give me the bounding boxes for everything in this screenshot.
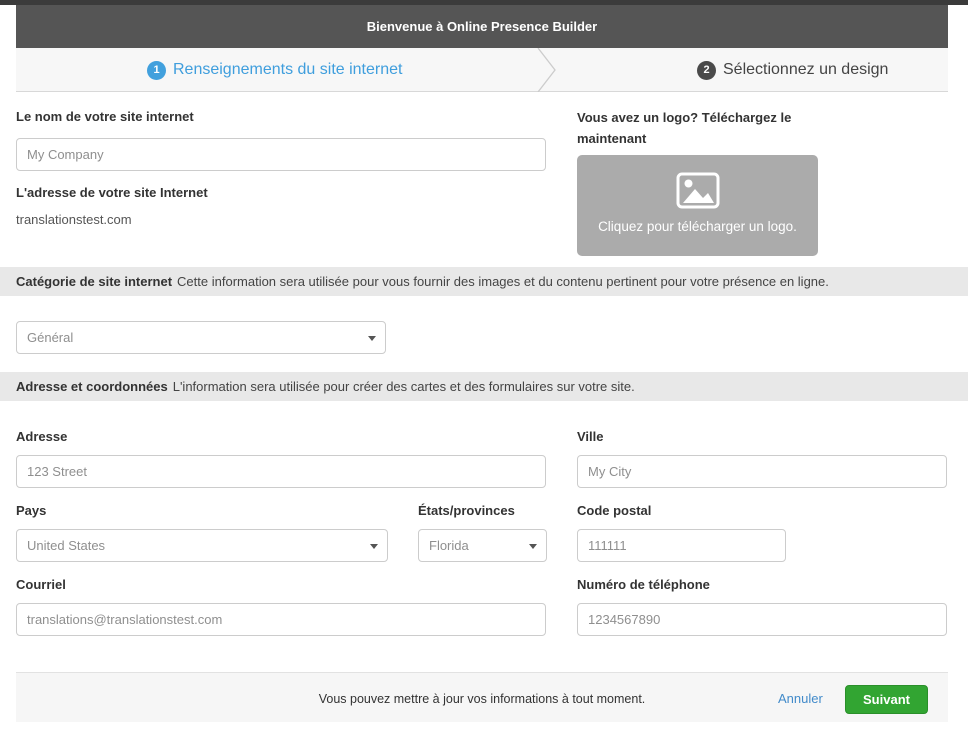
wizard-dialog: Bienvenue à Online Presence Builder 1 Re…: [0, 0, 968, 748]
dropdown-caret-icon: [370, 544, 378, 549]
dialog-header: Bienvenue à Online Presence Builder: [16, 5, 948, 48]
state-label: États/provinces: [418, 503, 515, 518]
step-divider-chevron-icon: [537, 48, 557, 92]
cancel-link[interactable]: Annuler: [778, 691, 823, 706]
category-section-description: Cette information sera utilisée pour vou…: [177, 274, 829, 289]
site-name-label: Le nom de votre site internet: [16, 109, 194, 124]
country-label: Pays: [16, 503, 46, 518]
email-input[interactable]: [16, 603, 546, 636]
postal-code-input[interactable]: [577, 529, 786, 562]
address-section-header: Adresse et coordonnées L'information ser…: [0, 372, 968, 401]
category-section-header: Catégorie de site internet Cette informa…: [0, 267, 968, 296]
postal-code-label: Code postal: [577, 503, 651, 518]
street-label: Adresse: [16, 429, 67, 444]
city-label: Ville: [577, 429, 604, 444]
dialog-footer: Vous pouvez mettre à jour vos informatio…: [16, 672, 948, 722]
street-input[interactable]: [16, 455, 546, 488]
dropdown-caret-icon: [368, 336, 376, 341]
site-address-value: translationstest.com: [16, 212, 132, 227]
address-section-description: L'information sera utilisée pour créer d…: [173, 379, 635, 394]
category-select-value: Général: [27, 330, 73, 345]
step-indicator: 1 Renseignements du site internet 2 Séle…: [16, 48, 948, 92]
step-2-number-badge: 2: [697, 61, 716, 80]
state-select[interactable]: Florida: [418, 529, 547, 562]
category-section-title: Catégorie de site internet: [16, 274, 172, 289]
step-1-number-badge: 1: [147, 61, 166, 80]
phone-input[interactable]: [577, 603, 947, 636]
address-section-title: Adresse et coordonnées: [16, 379, 168, 394]
logo-upload-text: Cliquez pour télécharger un logo.: [577, 219, 818, 234]
site-name-input[interactable]: [16, 138, 546, 171]
state-select-value: Florida: [429, 538, 469, 553]
step-1-site-info[interactable]: 1 Renseignements du site internet: [147, 48, 402, 92]
category-select[interactable]: Général: [16, 321, 386, 354]
image-placeholder-icon: [676, 172, 720, 209]
step-1-label: Renseignements du site internet: [173, 61, 402, 79]
logo-heading: Vous avez un logo? Téléchargez le mainte…: [577, 107, 829, 149]
step-2-label: Sélectionnez un design: [723, 61, 888, 79]
phone-label: Numéro de téléphone: [577, 577, 710, 592]
step-2-select-design[interactable]: 2 Sélectionnez un design: [697, 48, 888, 92]
country-select-value: United States: [27, 538, 105, 553]
site-address-label: L'adresse de votre site Internet: [16, 185, 208, 200]
next-button[interactable]: Suivant: [845, 685, 928, 714]
logo-upload-dropzone[interactable]: Cliquez pour télécharger un logo.: [577, 155, 818, 256]
country-select[interactable]: United States: [16, 529, 388, 562]
dropdown-caret-icon: [529, 544, 537, 549]
dialog-title: Bienvenue à Online Presence Builder: [367, 19, 597, 34]
email-label: Courriel: [16, 577, 66, 592]
city-input[interactable]: [577, 455, 947, 488]
